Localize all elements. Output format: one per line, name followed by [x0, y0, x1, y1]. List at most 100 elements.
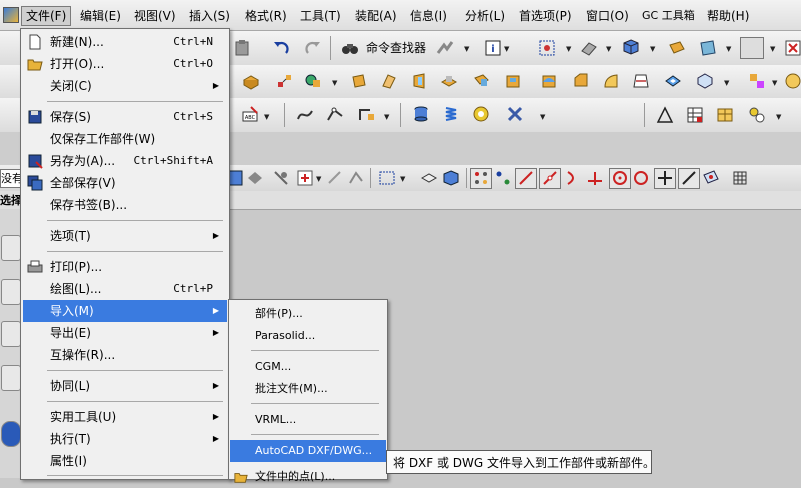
- snap-line-toggle[interactable]: [515, 168, 537, 189]
- shaded-view-icon[interactable]: [580, 39, 598, 57]
- menu-item-collaborate[interactable]: 协同(L) ▶: [23, 375, 227, 397]
- rectangle-select-icon[interactable]: [378, 169, 396, 187]
- shell-icon[interactable]: [602, 72, 620, 90]
- binoculars-icon[interactable]: [341, 39, 359, 57]
- constraint-navigator-icon[interactable]: [1, 279, 21, 305]
- menu-assembly[interactable]: 装配(A): [351, 7, 401, 25]
- menu-item-properties[interactable]: 属性(I): [23, 450, 227, 472]
- on-face-icon[interactable]: [702, 169, 720, 187]
- menu-item-close[interactable]: 关闭(C) ▶: [23, 75, 227, 97]
- extrude-icon[interactable]: [350, 72, 368, 90]
- menu-info[interactable]: 信息(I): [406, 7, 451, 25]
- pattern-icon[interactable]: [748, 72, 766, 90]
- triangle-icon[interactable]: [656, 106, 674, 124]
- trim-body-icon[interactable]: [664, 72, 682, 90]
- chevron-down-icon[interactable]: ▼: [464, 45, 469, 53]
- chevron-down-icon[interactable]: ▼: [384, 113, 389, 121]
- menu-edit[interactable]: 编辑(E): [76, 7, 125, 25]
- edge-blend-icon[interactable]: [540, 72, 558, 90]
- undo-icon[interactable]: [272, 39, 290, 57]
- menu-preferences[interactable]: 首选项(P): [515, 7, 576, 25]
- menu-view[interactable]: 视图(V): [130, 7, 180, 25]
- chevron-down-icon[interactable]: ▼: [726, 45, 731, 53]
- sync-modeling-icon[interactable]: [784, 72, 801, 90]
- snap-existing-point-toggle[interactable]: [654, 168, 676, 189]
- chevron-down-icon[interactable]: ▼: [264, 113, 269, 121]
- menu-item-execute[interactable]: 执行(T) ▶: [23, 428, 227, 450]
- info-window-icon[interactable]: i: [484, 39, 502, 57]
- import-autocad-dxf-dwg[interactable]: AutoCAD DXF/DWG...: [230, 440, 386, 462]
- chevron-down-icon[interactable]: ▼: [316, 175, 321, 183]
- snap-on-curve-toggle[interactable]: [678, 168, 700, 189]
- intersection-icon[interactable]: [586, 169, 604, 187]
- chevron-down-icon[interactable]: ▼: [650, 45, 655, 53]
- chevron-down-icon[interactable]: ▼: [772, 79, 777, 87]
- menu-item-save-all[interactable]: 全部保存(V): [23, 172, 227, 194]
- bearing-icon[interactable]: [472, 105, 490, 123]
- point-icon[interactable]: [276, 72, 294, 90]
- fit-view-icon[interactable]: [538, 39, 556, 57]
- cube-icon[interactable]: [622, 38, 640, 56]
- import-part[interactable]: 部件(P)...: [230, 303, 386, 325]
- chevron-down-icon[interactable]: ▼: [770, 45, 775, 53]
- chevron-down-icon[interactable]: ▼: [724, 79, 729, 87]
- menu-insert[interactable]: 插入(S): [185, 7, 234, 25]
- background-color-swatch[interactable]: [740, 37, 764, 59]
- menu-item-new[interactable]: 新建(N)... Ctrl+N: [23, 31, 227, 53]
- menu-format[interactable]: 格式(R): [241, 7, 291, 25]
- menu-item-export[interactable]: 导出(E) ▶: [23, 322, 227, 344]
- snap-toggle[interactable]: [470, 168, 492, 189]
- import-vrml[interactable]: VRML...: [230, 409, 386, 431]
- menu-help[interactable]: 帮助(H): [703, 7, 753, 25]
- chevron-down-icon[interactable]: ▼: [776, 113, 781, 121]
- chamfer-icon[interactable]: [572, 72, 590, 90]
- offset-curve-icon[interactable]: [358, 106, 376, 124]
- close-all-icon[interactable]: [784, 39, 801, 57]
- menu-item-save-bookmark[interactable]: 保存书签(B)...: [23, 194, 227, 216]
- pad-icon[interactable]: [472, 72, 490, 90]
- menu-item-save[interactable]: 保存(S) Ctrl+S: [23, 106, 227, 128]
- import-cgm[interactable]: CGM...: [230, 356, 386, 378]
- type-filter[interactable]: 没有: [0, 169, 22, 188]
- cylinder-icon[interactable]: [412, 105, 430, 123]
- hole-icon[interactable]: [410, 72, 428, 90]
- menu-item-save-work-part[interactable]: 仅保存工作部件(W): [23, 128, 227, 150]
- chevron-down-icon[interactable]: ▼: [400, 175, 405, 183]
- import-parasolid[interactable]: Parasolid...: [230, 325, 386, 347]
- spline-icon[interactable]: [326, 106, 344, 124]
- grid-icon[interactable]: [731, 169, 749, 187]
- menu-item-options[interactable]: 选项(T) ▶: [23, 225, 227, 247]
- assembly-icon[interactable]: [748, 106, 766, 124]
- control-point-icon[interactable]: [563, 169, 581, 187]
- gear-tool-icon[interactable]: [506, 105, 524, 123]
- import-annotation-file[interactable]: 批注文件(M)...: [230, 378, 386, 400]
- selection-tab-label[interactable]: 选择: [0, 192, 22, 208]
- menu-item-save-as[interactable]: 另存为(A)... Ctrl+Shift+A: [23, 150, 227, 172]
- quadrant-icon[interactable]: [632, 169, 650, 187]
- snap-endpoint-icon[interactable]: [494, 169, 512, 187]
- import-points-from-file[interactable]: 文件中的点(L)...: [230, 466, 386, 488]
- menu-gc-toolbox[interactable]: GC 工具箱: [638, 7, 699, 25]
- select-feature-icon[interactable]: [246, 169, 264, 187]
- boss-icon[interactable]: [440, 72, 458, 90]
- chevron-down-icon[interactable]: ▼: [566, 45, 571, 53]
- diagnostic-icon[interactable]: [436, 39, 454, 57]
- spring-icon[interactable]: [442, 105, 460, 123]
- paste-icon[interactable]: [233, 39, 251, 57]
- menu-item-plot[interactable]: 绘图(L)... Ctrl+P: [23, 278, 227, 300]
- sheet-icon[interactable]: [716, 106, 734, 124]
- snap-arc-center-toggle[interactable]: [609, 168, 631, 189]
- menu-window[interactable]: 窗口(O): [582, 7, 633, 25]
- snap-midpoint-toggle[interactable]: [539, 168, 561, 189]
- redo-icon[interactable]: [304, 39, 322, 57]
- info-icon[interactable]: [1, 421, 21, 447]
- datum-icon[interactable]: [304, 71, 322, 89]
- solid-body-icon[interactable]: [442, 169, 460, 187]
- menu-item-utilities[interactable]: 实用工具(U) ▶: [23, 406, 227, 428]
- chevron-down-icon[interactable]: ▼: [332, 79, 337, 87]
- wireframe-icon[interactable]: [420, 169, 438, 187]
- text-note-icon[interactable]: ABC: [241, 106, 259, 124]
- wcs-icon[interactable]: [699, 39, 717, 57]
- select-region-icon[interactable]: [348, 169, 366, 187]
- layer-icon[interactable]: [668, 39, 686, 57]
